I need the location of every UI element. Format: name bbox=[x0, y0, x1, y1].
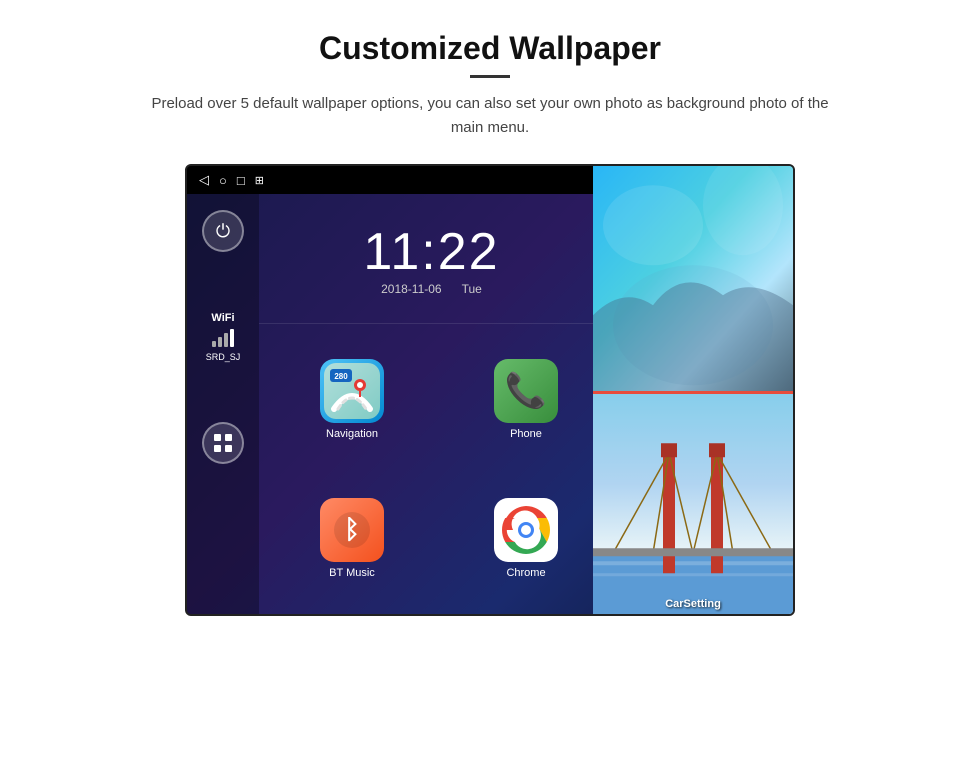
wifi-bar-4 bbox=[230, 329, 234, 347]
phone-label: Phone bbox=[510, 428, 542, 440]
wifi-bars bbox=[212, 329, 234, 347]
chrome-app-icon bbox=[494, 498, 558, 562]
clock-date: 2018-11-06 Tue bbox=[381, 282, 482, 296]
navigation-label: Navigation bbox=[326, 428, 378, 440]
maps-icon-svg: 280 bbox=[324, 363, 380, 419]
clock-day-value: Tue bbox=[462, 282, 482, 296]
bluetooth-music-svg: ᛒ bbox=[332, 510, 372, 550]
status-bar-left: ◁ ○ □ ⊞ bbox=[199, 172, 264, 188]
wallpaper-thumb-ice[interactable] bbox=[593, 166, 793, 391]
wifi-label: WiFi bbox=[211, 312, 234, 324]
apps-grid-button[interactable] bbox=[202, 422, 244, 464]
clock-widget: 11:22 2018-11-06 Tue bbox=[259, 194, 604, 323]
wifi-widget: WiFi SRD_SJ bbox=[206, 312, 241, 362]
power-icon: ⏻ bbox=[216, 221, 230, 242]
bridge-wallpaper-svg bbox=[593, 394, 793, 617]
list-item[interactable]: Chrome bbox=[443, 473, 609, 604]
bt-music-label: BT Music bbox=[329, 567, 375, 579]
chrome-svg bbox=[501, 505, 551, 555]
list-item[interactable]: 📞 Phone bbox=[443, 334, 609, 465]
page-title: Customized Wallpaper bbox=[319, 30, 661, 67]
clock-date-value: 2018-11-06 bbox=[381, 282, 442, 296]
page-container: Customized Wallpaper Preload over 5 defa… bbox=[0, 0, 980, 758]
page-subtitle: Preload over 5 default wallpaper options… bbox=[140, 92, 840, 140]
screen-content: ⏻ WiFi SRD_SJ bbox=[187, 194, 793, 614]
chrome-label: Chrome bbox=[506, 567, 545, 579]
ice-wallpaper-svg bbox=[593, 166, 793, 391]
list-item[interactable]: 280 Navigation bbox=[269, 334, 435, 465]
title-underline bbox=[470, 75, 510, 78]
back-icon: ◁ bbox=[199, 172, 209, 188]
power-button[interactable]: ⏻ bbox=[202, 210, 244, 252]
sidebar: ⏻ WiFi SRD_SJ bbox=[187, 194, 259, 614]
wallpaper-thumb-bridge[interactable]: CarSetting bbox=[593, 391, 793, 617]
phone-emoji: 📞 bbox=[505, 371, 547, 411]
list-item[interactable]: ᛒ BT Music bbox=[269, 473, 435, 604]
device-frame: ◁ ○ □ ⊞ ♦ ▼ 11:22 ⏻ WiFi bbox=[185, 164, 795, 616]
carsetting-label: CarSetting bbox=[593, 598, 793, 610]
navigation-icon: 280 bbox=[320, 359, 384, 423]
wallpaper-overlay: CarSetting bbox=[593, 166, 793, 616]
wifi-ssid: SRD_SJ bbox=[206, 352, 241, 362]
wifi-bar-1 bbox=[212, 341, 216, 347]
screenshot-icon: ⊞ bbox=[255, 174, 264, 187]
wifi-bar-3 bbox=[224, 333, 228, 347]
wifi-bar-2 bbox=[218, 337, 222, 347]
grid-icon bbox=[213, 433, 233, 453]
clock-time: 11:22 bbox=[363, 222, 499, 282]
phone-icon: 📞 bbox=[494, 359, 558, 423]
home-icon: ○ bbox=[219, 173, 227, 188]
svg-text:280: 280 bbox=[334, 372, 348, 381]
bt-music-icon: ᛒ bbox=[320, 498, 384, 562]
svg-text:ᛒ: ᛒ bbox=[344, 514, 360, 544]
recents-icon: □ bbox=[237, 173, 245, 188]
